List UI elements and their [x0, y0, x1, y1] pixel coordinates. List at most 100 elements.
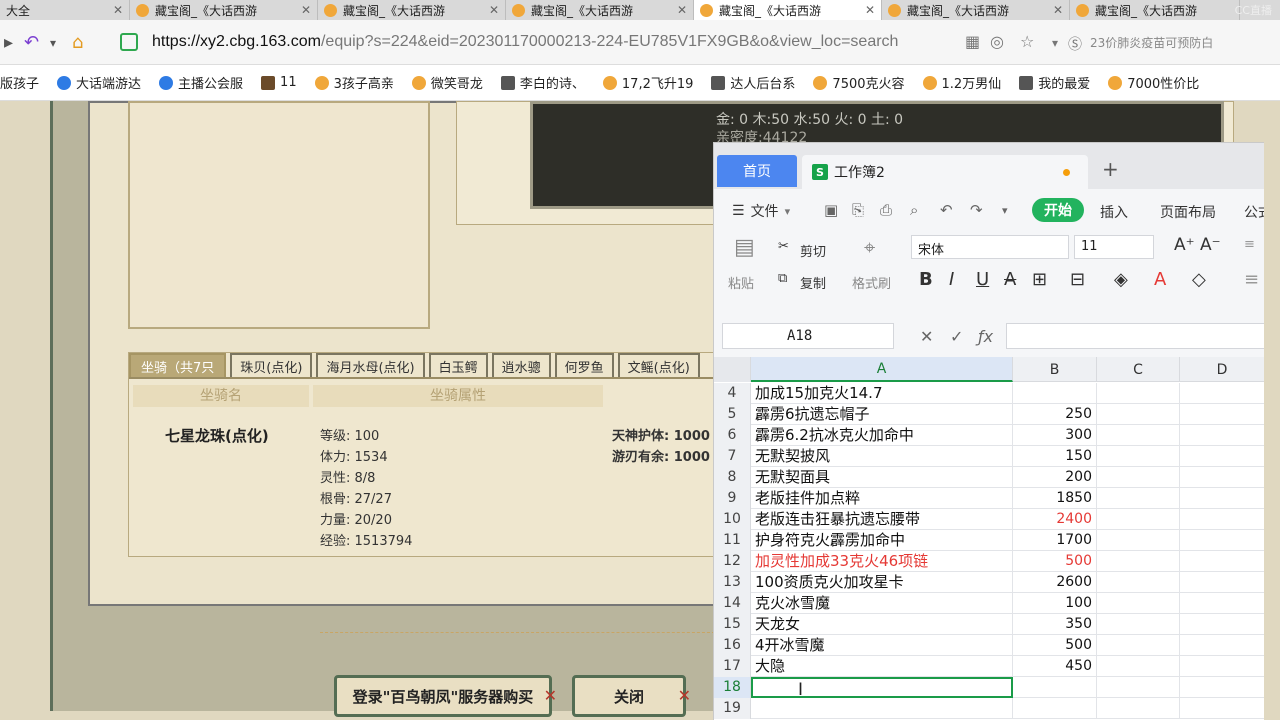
menu-formula[interactable]: 公式	[1244, 202, 1264, 222]
bookmark-item[interactable]: 7000性价比	[1108, 73, 1199, 92]
cell-a[interactable]: 大隐	[751, 656, 1013, 677]
browser-tab[interactable]: 藏宝阁_《大话西游 ✕	[882, 0, 1070, 20]
cell-b[interactable]: 500	[1013, 551, 1097, 572]
increase-font-icon[interactable]: A⁺	[1174, 235, 1195, 255]
cell-b[interactable]: 1700	[1013, 530, 1097, 551]
browser-tab[interactable]: 藏宝阁_《大话西游 ✕	[318, 0, 506, 20]
menu-insert[interactable]: 插入	[1100, 202, 1128, 222]
cell-b[interactable]: 100	[1013, 593, 1097, 614]
cell-d[interactable]	[1180, 677, 1264, 698]
font-color-icon[interactable]: A	[1154, 269, 1166, 290]
font-size-select[interactable]: 11	[1074, 235, 1154, 259]
home-tab[interactable]: 首页	[717, 155, 797, 187]
row-number[interactable]: 13	[714, 572, 751, 593]
formula-input[interactable]	[1006, 323, 1264, 349]
row-number[interactable]: 15	[714, 614, 751, 635]
function-icon[interactable]: ƒx	[978, 327, 993, 346]
cell-a[interactable]: 霹雳6.2抗冰克火加命中	[751, 425, 1013, 446]
bookmark-item[interactable]: 我的最爱	[1019, 73, 1090, 92]
cell-b[interactable]: 450	[1013, 656, 1097, 677]
star-icon[interactable]: ☆	[1020, 32, 1034, 51]
security-shield-icon[interactable]	[120, 33, 138, 51]
cell-d[interactable]	[1180, 425, 1264, 446]
border-icon[interactable]: ⊞	[1032, 269, 1047, 290]
row-number[interactable]: 12	[714, 551, 751, 572]
bookmark-item[interactable]: 11	[261, 75, 297, 90]
format-painter-icon[interactable]: ⌖	[864, 235, 875, 259]
bookmark-item[interactable]: 版孩子	[0, 73, 39, 92]
print-icon[interactable]: ⎙	[880, 201, 892, 219]
save-icon[interactable]: ▣	[824, 201, 838, 219]
cell-a[interactable]: 4开冰雪魔	[751, 635, 1013, 656]
bold-icon[interactable]: B	[919, 269, 933, 290]
column-header[interactable]: A	[751, 357, 1013, 382]
mount-tab[interactable]: 海月水母(点化)	[316, 353, 425, 377]
browser-tab[interactable]: 藏宝阁_《大话西游 ✕	[130, 0, 318, 20]
browser-tab[interactable]: 藏宝阁_《大话西游 ✕	[506, 0, 694, 20]
forward-icon[interactable]: ▸	[4, 32, 13, 53]
cell-b[interactable]: 300	[1013, 425, 1097, 446]
cell-c[interactable]	[1097, 656, 1180, 677]
cell-a[interactable]	[751, 698, 1013, 719]
bookmark-item[interactable]: 微笑哥龙	[411, 73, 483, 92]
cell-c[interactable]	[1097, 425, 1180, 446]
cell-c[interactable]	[1097, 383, 1180, 404]
row-number[interactable]: 9	[714, 488, 751, 509]
cell-d[interactable]	[1180, 551, 1264, 572]
font-select[interactable]: 宋体	[911, 235, 1069, 259]
row-number[interactable]: 7	[714, 446, 751, 467]
cell-c[interactable]	[1097, 467, 1180, 488]
copy-icon[interactable]: ⧉	[778, 271, 787, 286]
cell-d[interactable]	[1180, 572, 1264, 593]
bookmark-item[interactable]: 主播公会服	[159, 73, 243, 92]
close-button[interactable]: 关闭 ✕	[572, 675, 691, 717]
undo-back-icon[interactable]: ↶	[24, 32, 39, 53]
menu-start[interactable]: 开始	[1032, 198, 1084, 222]
italic-icon[interactable]: I	[949, 269, 954, 290]
row-number[interactable]: 10	[714, 509, 751, 530]
cell-d[interactable]	[1180, 635, 1264, 656]
mount-tab[interactable]: 文鳐(点化)	[617, 353, 700, 377]
align-left-icon[interactable]: ≡	[1244, 269, 1259, 290]
cancel-formula-icon[interactable]: ✕	[920, 327, 933, 346]
paste-icon[interactable]: ▤	[734, 235, 755, 260]
column-header[interactable]: B	[1013, 357, 1097, 382]
cell-b[interactable]: 350	[1013, 614, 1097, 635]
browser-tab[interactable]: 藏宝阁_《大话西游	[1070, 0, 1240, 20]
menu-page-layout[interactable]: 页面布局	[1160, 202, 1216, 222]
cell-b[interactable]: 250	[1013, 404, 1097, 425]
cell-b[interactable]: 1850	[1013, 488, 1097, 509]
cell-a[interactable]: 加成15加克火14.7	[751, 383, 1013, 404]
buy-button[interactable]: 登录"百鸟朝凤"服务器购买 ✕	[334, 675, 557, 717]
cell-a[interactable]: 老版挂件加点粹	[751, 488, 1013, 509]
undo-icon[interactable]: ↶	[940, 201, 953, 219]
bookmark-item[interactable]: 大话端游达	[57, 73, 141, 92]
cell-a[interactable]: 无默契披风	[751, 446, 1013, 467]
cell-d[interactable]	[1180, 530, 1264, 551]
mount-tab[interactable]: 珠贝(点化)	[230, 353, 313, 377]
bookmark-item[interactable]: 李白的诗、	[500, 73, 585, 92]
cell-a[interactable]	[751, 677, 1013, 698]
format-painter-label[interactable]: 格式刷	[852, 273, 891, 292]
select-all-corner[interactable]	[714, 357, 751, 382]
name-box[interactable]: A18	[722, 323, 894, 349]
row-number[interactable]: 18	[714, 677, 751, 698]
grid-icon[interactable]: ▦	[965, 32, 980, 51]
cell-c[interactable]	[1097, 509, 1180, 530]
close-icon[interactable]: ✕	[113, 3, 123, 17]
add-tab-icon[interactable]: +	[1102, 157, 1119, 181]
sheet-grid[interactable]: A B C D 4 加成15加克火14.7 5 霹雳6抗遗忘帽子 250 6 霹雳6.2抗冰…	[714, 357, 1264, 720]
cut-icon[interactable]: ✂	[778, 239, 789, 254]
cell-c[interactable]	[1097, 677, 1180, 698]
fill-color-icon[interactable]: ◈	[1114, 269, 1128, 290]
bookmark-item[interactable]: 1.2万男仙	[922, 73, 1001, 92]
browser-tab-active[interactable]: 藏宝阁_《大话西游 ✕	[694, 0, 882, 20]
merge-icon[interactable]: ⊟	[1070, 269, 1085, 290]
workbook-tab[interactable]: S 工作簿2	[802, 155, 1088, 189]
bookmark-item[interactable]: 7500克火容	[813, 73, 905, 92]
column-header[interactable]: D	[1180, 357, 1264, 382]
decrease-font-icon[interactable]: A⁻	[1200, 235, 1221, 255]
cell-d[interactable]	[1180, 446, 1264, 467]
cut-label[interactable]: 剪切	[800, 241, 826, 260]
mount-tab[interactable]: 何罗鱼	[554, 353, 614, 377]
